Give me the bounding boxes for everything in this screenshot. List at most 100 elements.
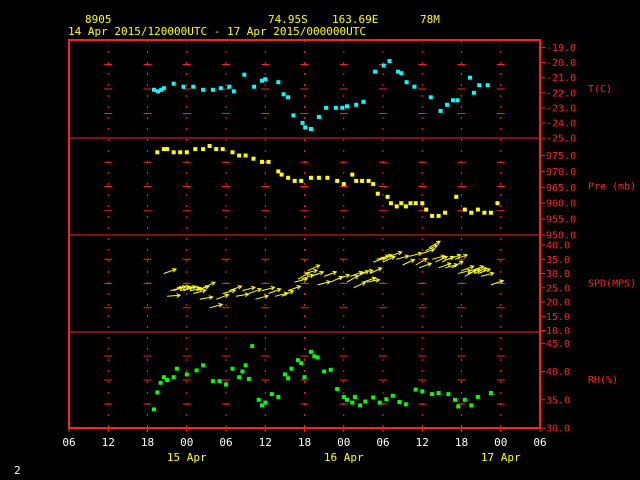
pressure-point: [220, 147, 225, 152]
temperature-tick-label: -23.0: [546, 103, 576, 114]
wind-vector: [222, 288, 237, 294]
pressure-point: [443, 210, 448, 215]
humidity-point: [289, 366, 294, 371]
humidity-point: [201, 363, 206, 368]
humidity-point: [430, 392, 435, 397]
temperature-point: [291, 113, 296, 118]
humidity-point: [397, 400, 402, 404]
humidity-point: [436, 391, 441, 395]
date-label: 15 Apr: [167, 451, 207, 464]
x-tick-label: 00: [494, 436, 507, 449]
wind-vector: [389, 250, 403, 257]
pressure-tick-label: 955.0: [546, 215, 576, 226]
humidity-point: [155, 390, 160, 395]
x-tick-label: 12: [259, 436, 272, 449]
humidity-point: [210, 379, 215, 384]
temperature-point: [333, 105, 338, 110]
humidity-point: [322, 369, 327, 374]
wind-vector: [167, 293, 182, 298]
wind-vector: [395, 254, 410, 260]
humidity-point: [269, 392, 274, 397]
humidity-point: [488, 391, 493, 395]
humidity-point: [171, 375, 176, 380]
temperature-tick-label: -21.0: [546, 73, 576, 84]
temperature-point: [218, 86, 223, 91]
pressure-point: [260, 159, 264, 164]
temperature-point: [428, 95, 433, 100]
wind-vector: [287, 285, 302, 292]
humidity-point: [315, 355, 320, 360]
wind-vector: [248, 287, 263, 294]
page-number: 2: [14, 464, 21, 477]
humidity-point: [462, 397, 467, 402]
humidity-point: [377, 400, 382, 405]
x-tick-label: 06: [533, 436, 546, 449]
wind-vector: [317, 280, 332, 286]
temperature-point: [231, 89, 236, 94]
pressure-panel-label: Pre (mb): [588, 182, 636, 193]
pressure-point: [462, 207, 467, 212]
pressure-point: [488, 210, 493, 215]
elevation: 78M: [420, 13, 440, 26]
temperature-point: [201, 87, 206, 92]
wind-vector: [242, 285, 256, 292]
temperature-point: [316, 114, 321, 119]
temperature-point: [468, 75, 472, 80]
temperature-point: [242, 72, 247, 77]
temperature-point: [404, 80, 409, 85]
humidity-point: [246, 376, 251, 381]
humidity-point: [243, 363, 248, 368]
temperature-point: [309, 127, 313, 131]
pressure-point: [375, 191, 380, 196]
pressure-point: [325, 175, 330, 180]
wind-vector: [255, 294, 270, 300]
pressure-point: [341, 182, 346, 187]
wind-tick-label: 10.0: [546, 326, 570, 337]
pressure-point: [237, 153, 242, 158]
humidity-point: [475, 394, 480, 399]
humidity-point: [158, 380, 163, 385]
pressure-point: [171, 150, 176, 155]
humidity-point: [174, 366, 179, 371]
humidity-point: [358, 403, 363, 408]
temperature-point: [152, 87, 156, 92]
humidity-panel-label: RH(%): [588, 375, 618, 386]
humidity-point: [194, 368, 199, 373]
x-tick-label: 00: [180, 436, 193, 449]
temperature-point: [412, 84, 417, 89]
wind-vector: [490, 279, 505, 286]
pressure-point: [279, 172, 284, 177]
wind-series: [163, 240, 505, 309]
wind-tick-label: 25.0: [546, 283, 570, 294]
pressure-point: [420, 201, 425, 206]
temperature-tick-label: -25.0: [546, 134, 576, 145]
humidity-tick-label: 40.0: [546, 367, 570, 378]
x-tick-label: 12: [416, 436, 429, 449]
header: 8905 74.95S 163.69E 78M 14 Apr 2015/1200…: [68, 13, 440, 38]
humidity-point: [165, 378, 170, 382]
x-tick-label: 06: [219, 436, 232, 449]
pressure-point: [184, 150, 189, 155]
humidity-point: [282, 372, 287, 377]
wind-vector: [402, 258, 416, 266]
temperature-point: [361, 99, 366, 104]
humidity-point: [469, 403, 474, 408]
humidity-point: [350, 400, 355, 405]
pressure-point: [413, 201, 418, 206]
x-tick-label: 18: [141, 436, 154, 449]
humidity-point: [263, 400, 268, 405]
pressure-point: [394, 204, 399, 209]
wind-vector: [353, 281, 367, 289]
pressure-point: [469, 210, 474, 215]
pressure-point: [360, 178, 365, 183]
temperature-point: [485, 83, 490, 88]
humidity-point: [456, 404, 461, 409]
wind-vector: [409, 251, 423, 257]
pressure-point: [155, 150, 160, 155]
temperature-point: [373, 69, 378, 74]
pressure-tick-label: 975.0: [546, 151, 576, 162]
wind-vector: [480, 271, 495, 277]
wind-tick-label: 20.0: [546, 298, 570, 309]
temperature-point: [300, 120, 305, 125]
temperature-point: [263, 77, 268, 82]
